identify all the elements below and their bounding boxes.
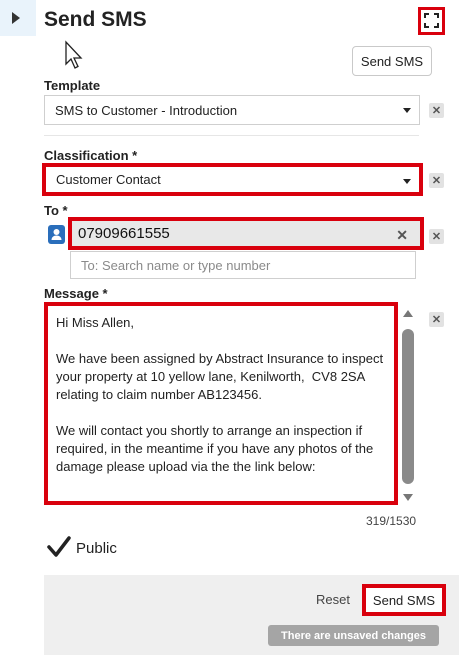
recipient-chip[interactable]: 07909661555 ✕ [68,217,424,250]
classification-label: Classification * [44,148,138,163]
template-select[interactable]: SMS to Customer - Introduction [44,95,420,125]
message-text: Hi Miss Allen, We have been assigned by … [56,315,384,474]
expand-button[interactable] [418,7,445,35]
caret-right-icon[interactable] [12,12,20,24]
page-title: Send SMS [44,8,147,31]
clear-message-button[interactable]: ✕ [429,312,444,327]
recipient-search-input[interactable]: To: Search name or type number [70,251,416,279]
unsaved-changes-badge: There are unsaved changes [268,625,439,646]
reset-button[interactable]: Reset [316,592,350,607]
public-checkbox[interactable] [47,535,71,559]
message-label: Message * [44,286,108,301]
chevron-down-icon [403,179,411,184]
template-label: Template [44,78,101,93]
classification-value: Customer Contact [56,172,161,187]
clear-template-button[interactable]: ✕ [429,103,444,118]
scroll-down-icon[interactable] [403,494,413,501]
send-sms-button[interactable]: Send SMS [362,584,446,616]
to-label: To * [44,203,68,218]
message-textarea[interactable]: Hi Miss Allen, We have been assigned by … [44,302,398,505]
clear-classification-button[interactable]: ✕ [429,173,444,188]
character-counter: 319/1530 [366,514,417,528]
person-icon [51,229,62,240]
close-icon: ✕ [431,175,442,187]
classification-select[interactable]: Customer Contact [42,163,423,196]
clear-to-button[interactable]: ✕ [429,229,444,244]
scroll-up-icon[interactable] [403,310,413,317]
close-icon: ✕ [431,314,442,326]
close-icon: ✕ [431,231,442,243]
recipient-search-placeholder: To: Search name or type number [81,257,271,273]
send-sms-button-top[interactable]: Send SMS [352,46,432,76]
message-scrollbar[interactable] [400,307,416,504]
recipient-number: 07909661555 [78,225,170,242]
expand-icon [424,13,439,28]
close-icon: ✕ [431,105,442,117]
public-label: Public [76,540,117,557]
scroll-thumb[interactable] [402,329,414,484]
divider [44,135,419,136]
chevron-down-icon [403,108,411,113]
template-value: SMS to Customer - Introduction [55,102,238,118]
mouse-cursor-icon [65,40,83,69]
contact-card-icon[interactable] [48,225,65,244]
remove-recipient-icon[interactable]: ✕ [396,227,408,244]
